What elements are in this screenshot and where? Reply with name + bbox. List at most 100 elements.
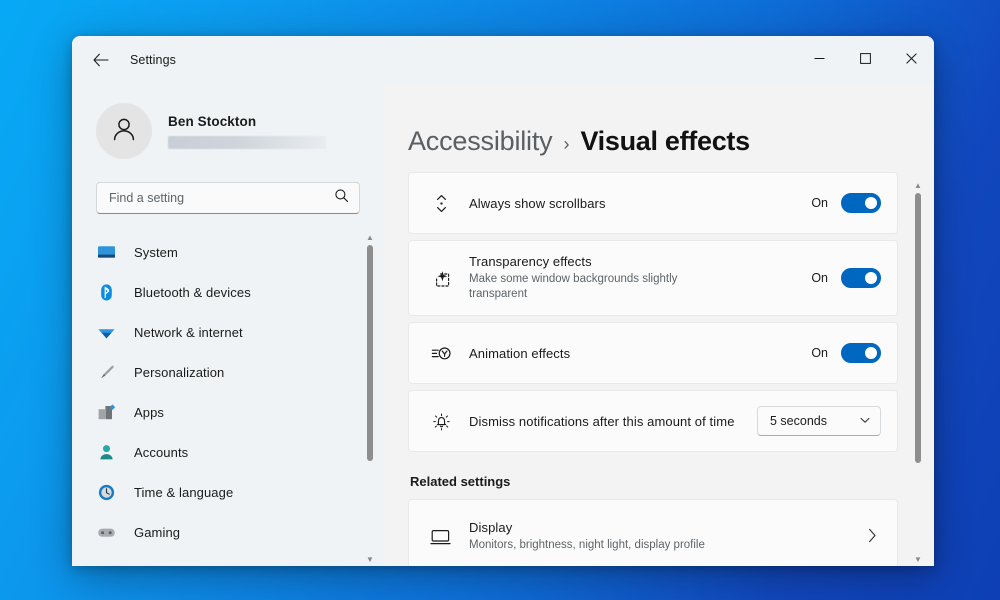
sidebar-item-network-internet[interactable]: Network & internet	[80, 312, 362, 352]
main-scrollbar[interactable]: ▲ ▼	[912, 180, 924, 566]
toggle-group: On	[811, 193, 881, 213]
sidebar-item-accounts[interactable]: Accounts	[80, 432, 362, 472]
scrollbar-icon	[427, 193, 455, 214]
related-settings-heading: Related settings	[410, 474, 511, 489]
toggle-animation-effects[interactable]	[841, 343, 881, 363]
toggle-state-label: On	[811, 196, 828, 210]
animation-icon	[427, 345, 455, 362]
account-icon	[94, 443, 118, 462]
transparency-icon	[427, 268, 455, 289]
clock-icon	[94, 483, 118, 502]
setting-row-transparency-effects[interactable]: Transparency effects Make some window ba…	[408, 240, 898, 316]
sidebar-scrollbar-track[interactable]	[364, 245, 376, 553]
sidebar-item-label: Network & internet	[134, 324, 243, 340]
related-item-title: Display	[469, 520, 513, 536]
toggle-group: On	[811, 268, 881, 288]
toggle-knob	[865, 347, 877, 359]
toggle-group: On	[811, 343, 881, 363]
breadcrumb: Accessibility › Visual effects	[384, 84, 934, 172]
settings-window: Settings Ben Stockton Find a setting Sys…	[72, 36, 934, 566]
close-icon	[905, 51, 917, 69]
user-profile[interactable]: Ben Stockton	[72, 90, 384, 164]
minimize-icon	[814, 51, 825, 69]
setting-text: Always show scrollbars	[469, 196, 811, 211]
page-title: Visual effects	[580, 126, 750, 156]
sidebar-item-label: Apps	[134, 404, 165, 420]
setting-title: Animation effects	[469, 345, 571, 361]
toggle-state-label: On	[811, 346, 828, 360]
scroll-down-icon[interactable]: ▼	[914, 554, 922, 566]
profile-email-redacted	[168, 135, 326, 149]
monitor-icon	[94, 243, 118, 262]
setting-text: Animation effects	[469, 346, 811, 361]
maximize-button[interactable]	[842, 36, 888, 84]
wifi-icon	[94, 323, 118, 342]
sidebar-nav: System Bluetooth & devices Network & int…	[72, 232, 384, 566]
search-input[interactable]	[109, 191, 334, 205]
scroll-up-icon[interactable]: ▲	[914, 180, 922, 192]
sidebar-item-label: Gaming	[134, 524, 181, 540]
back-button[interactable]	[84, 45, 118, 75]
setting-row-animation-effects[interactable]: Animation effects On	[408, 322, 898, 384]
main-content: Accessibility › Visual effects Always sh…	[384, 84, 934, 566]
setting-subtitle: Make some window backgrounds slightly tr…	[469, 272, 678, 300]
sidebar-item-label: Personalization	[134, 364, 225, 380]
dropdown-value: 5 seconds	[770, 414, 827, 428]
scroll-down-icon[interactable]: ▼	[366, 554, 374, 566]
settings-list: Always show scrollbars On Transparency e…	[384, 172, 934, 566]
window-controls	[796, 36, 934, 84]
related-item-text: Display Monitors, brightness, night ligh…	[469, 520, 868, 553]
maximize-icon	[859, 51, 871, 69]
back-arrow-icon	[93, 53, 109, 67]
paintbrush-icon	[94, 363, 118, 382]
minimize-button[interactable]	[796, 36, 842, 84]
related-item-display[interactable]: Display Monitors, brightness, night ligh…	[408, 499, 898, 566]
search-wrap	[72, 164, 384, 214]
title-bar: Settings	[72, 36, 934, 84]
chevron-down-icon	[860, 416, 870, 426]
window-body: Ben Stockton Find a setting System Bluet…	[72, 84, 934, 566]
related-item-subtitle: Monitors, brightness, night light, displ…	[469, 539, 705, 552]
profile-name: Ben Stockton	[168, 113, 257, 129]
toggle-always-show-scrollbars[interactable]	[841, 193, 881, 213]
sidebar-item-apps[interactable]: Apps	[80, 392, 362, 432]
apps-icon	[94, 403, 118, 422]
setting-text: Dismiss notifications after this amount …	[469, 414, 757, 429]
toggle-knob	[865, 272, 877, 284]
sidebar-item-gaming[interactable]: Gaming	[80, 512, 362, 552]
toggle-state-label: On	[811, 271, 828, 285]
sidebar-item-label: Bluetooth & devices	[134, 284, 251, 300]
gamepad-icon	[94, 523, 118, 542]
sidebar-item-label: Accounts	[134, 444, 189, 460]
sidebar-item-label: Time & language	[134, 484, 234, 500]
search-icon[interactable]	[334, 188, 349, 208]
setting-row-dismiss-notifications[interactable]: Dismiss notifications after this amount …	[408, 390, 898, 452]
scroll-up-icon[interactable]: ▲	[366, 232, 374, 244]
sidebar-scrollbar[interactable]: ▲ ▼	[364, 232, 376, 566]
avatar	[96, 103, 152, 159]
setting-row-always-show-scrollbars[interactable]: Always show scrollbars On	[408, 172, 898, 234]
close-button[interactable]	[888, 36, 934, 84]
toggle-transparency-effects[interactable]	[841, 268, 881, 288]
setting-title: Dismiss notifications after this amount …	[469, 413, 735, 429]
sidebar-item-label: System	[134, 244, 178, 260]
breadcrumb-parent[interactable]: Accessibility	[408, 126, 553, 157]
dropdown-dismiss-time[interactable]: 5 seconds	[757, 406, 881, 436]
main-scrollbar-track[interactable]	[912, 193, 924, 553]
main-scrollbar-thumb[interactable]	[915, 193, 921, 463]
toggle-knob	[865, 197, 877, 209]
search-box[interactable]	[96, 182, 360, 214]
breadcrumb-separator-icon: ›	[563, 134, 570, 154]
person-icon	[109, 114, 139, 149]
sidebar-item-system[interactable]: System	[80, 232, 362, 272]
chevron-right-icon	[868, 528, 881, 546]
sidebar: Ben Stockton Find a setting System Bluet…	[72, 84, 384, 566]
sidebar-item-personalization[interactable]: Personalization	[80, 352, 362, 392]
sidebar-item-bluetooth-devices[interactable]: Bluetooth & devices	[80, 272, 362, 312]
setting-title: Transparency effects	[469, 253, 592, 269]
bluetooth-icon	[94, 283, 118, 302]
sidebar-scrollbar-thumb[interactable]	[367, 245, 373, 461]
notification-bell-icon	[427, 411, 455, 432]
profile-text: Ben Stockton	[168, 114, 326, 149]
sidebar-item-time-language[interactable]: Time & language	[80, 472, 362, 512]
